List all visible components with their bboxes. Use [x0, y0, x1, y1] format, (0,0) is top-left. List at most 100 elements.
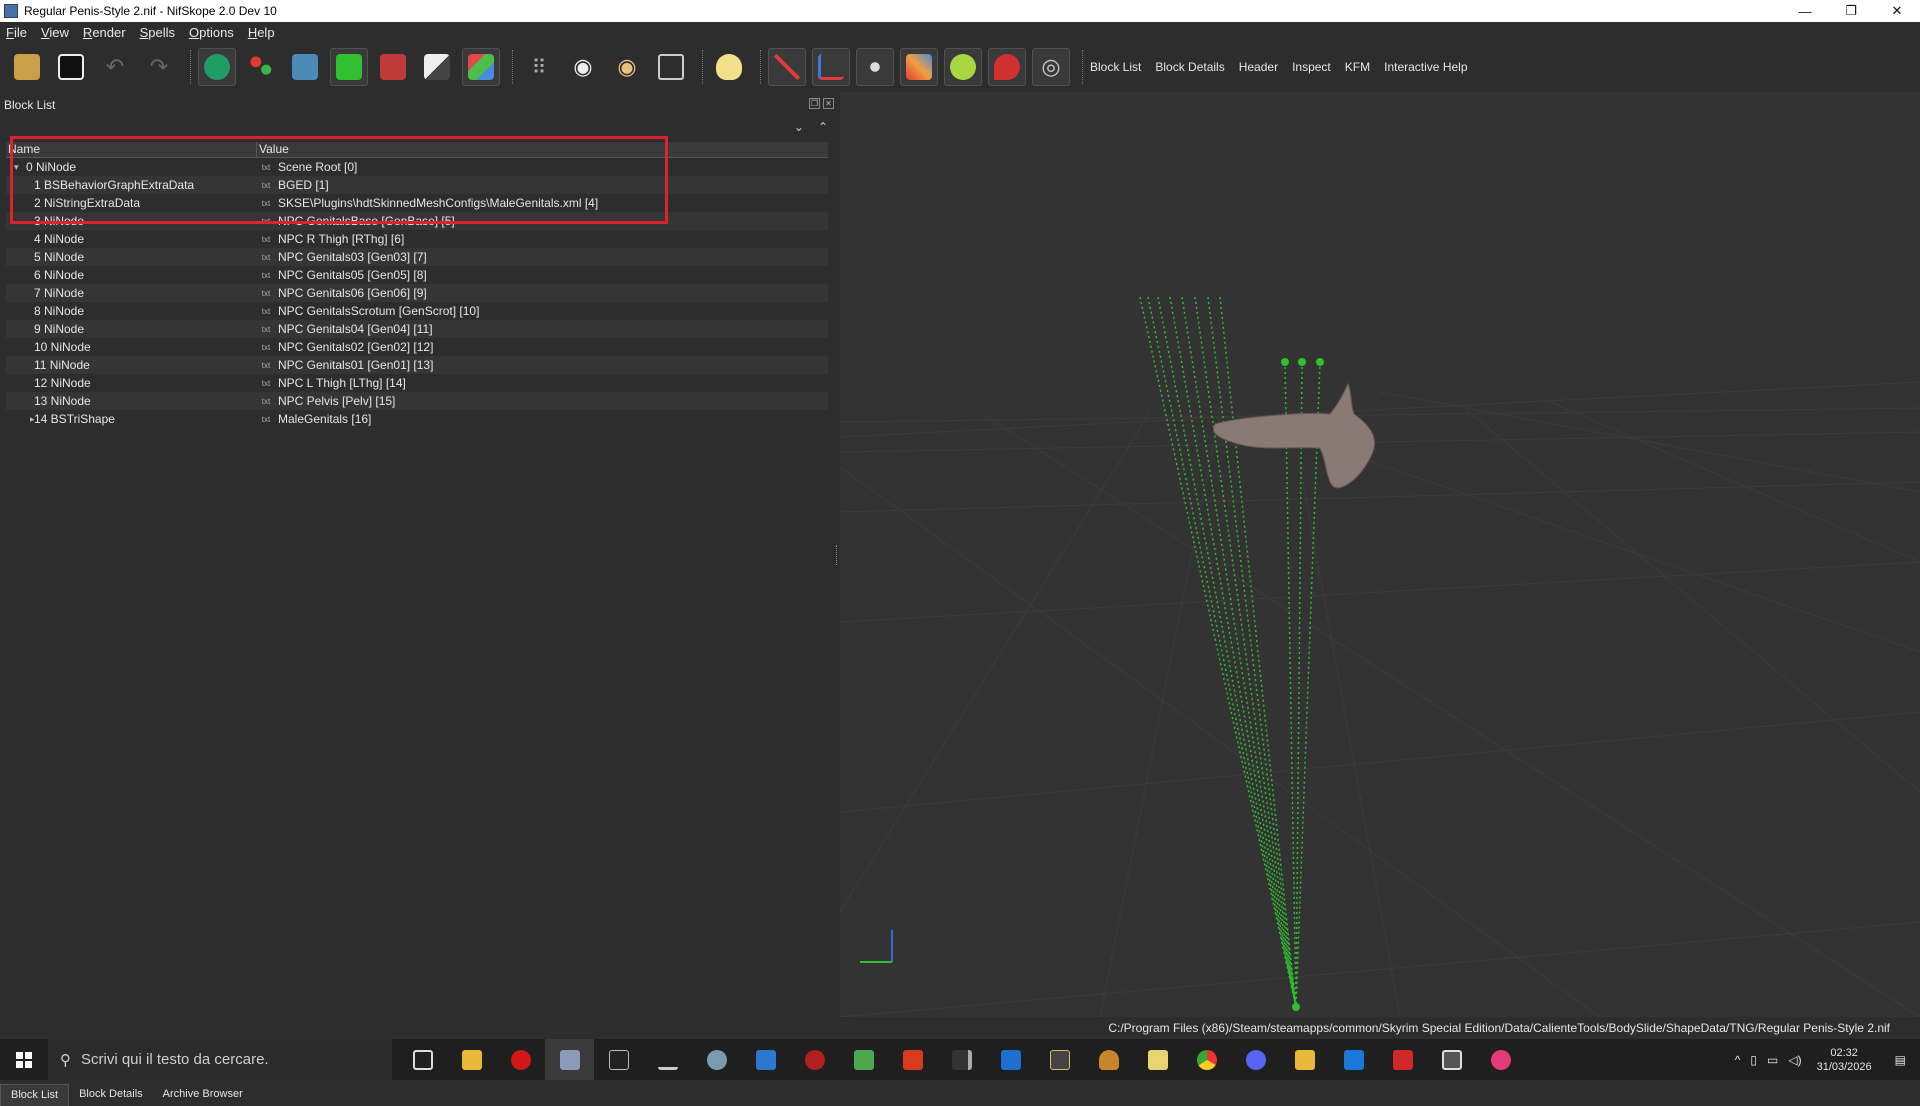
screenshot-button[interactable]	[652, 48, 690, 86]
tree-row[interactable]: 10 NiNode txt NPC Genitals02 [Gen02] [12]	[6, 338, 828, 356]
network-icon[interactable]: ▭	[1767, 1053, 1778, 1067]
toolbar-interactive-help[interactable]: Interactive Help	[1384, 60, 1467, 74]
select-object-button[interactable]	[198, 48, 236, 86]
tree-row[interactable]: 11 NiNode txt NPC Genitals01 [Gen01] [13]	[6, 356, 828, 374]
text-value-icon: txt	[261, 288, 271, 298]
show-markers-button[interactable]: ◉	[608, 48, 646, 86]
collapse-all-icon[interactable]: ⌃	[818, 120, 828, 134]
lighting-button[interactable]	[710, 48, 748, 86]
notification-icon[interactable]: ▤	[1895, 1053, 1906, 1067]
volume-icon[interactable]: ◁)	[1788, 1053, 1801, 1067]
show-hidden-eye-button[interactable]: ◎	[1032, 48, 1070, 86]
app-icon	[951, 1049, 972, 1070]
tree-row[interactable]: 7 NiNode txt NPC Genitals06 [Gen06] [9]	[6, 284, 828, 302]
tree-row[interactable]: ▸ 14 BSTriShape txt MaleGenitals [16]	[6, 410, 828, 428]
window-title: Regular Penis-Style 2.nif - NifSkope 2.0…	[24, 4, 277, 18]
view-top-button[interactable]	[330, 48, 368, 86]
taskbar-app-12[interactable]	[937, 1039, 986, 1080]
taskbar-search[interactable]: ⚲ Scrivi qui il testo da cercare.	[48, 1039, 392, 1080]
show-nodes-button[interactable]	[768, 48, 806, 86]
maximize-button[interactable]: ❐	[1828, 0, 1874, 22]
toolbar-inspect[interactable]: Inspect	[1292, 60, 1331, 74]
taskbar-app-14[interactable]	[1035, 1039, 1084, 1080]
text-value-icon: txt	[261, 342, 271, 352]
view-front-button[interactable]	[286, 48, 324, 86]
walk-mode-button[interactable]: ⠿	[520, 48, 558, 86]
camera-icon	[658, 54, 684, 80]
close-button[interactable]: ✕	[1874, 0, 1920, 22]
task-view-button[interactable]	[398, 1039, 447, 1080]
view-side-button[interactable]	[374, 48, 412, 86]
app-icon	[1000, 1049, 1021, 1070]
taskbar-app-21[interactable]	[1329, 1039, 1378, 1080]
start-button[interactable]	[0, 1039, 48, 1080]
tab-archive-browser[interactable]: Archive Browser	[153, 1084, 253, 1106]
tree-row[interactable]: 13 NiNode txt NPC Pelvis [Pelv] [15]	[6, 392, 828, 410]
taskbar-app-7[interactable]	[692, 1039, 741, 1080]
clock-date: 31/03/2026	[1816, 1060, 1872, 1073]
app-icon	[1049, 1049, 1070, 1070]
tree-row[interactable]: 8 NiNode txt NPC GenitalsScrotum [GenScrot…	[6, 302, 828, 320]
taskbar-app-22[interactable]	[1378, 1039, 1427, 1080]
tree-row[interactable]: 6 NiNode txt NPC Genitals05 [Gen05] [8]	[6, 266, 828, 284]
show-skeleton-button[interactable]	[856, 48, 894, 86]
taskbar-app-15[interactable]	[1084, 1039, 1133, 1080]
app-icon	[1490, 1049, 1511, 1070]
taskbar-app-23[interactable]	[1427, 1039, 1476, 1080]
taskbar-app-8[interactable]	[741, 1039, 790, 1080]
toolbar-separator	[512, 50, 514, 84]
tree-row[interactable]: 4 NiNode txt NPC R Thigh [RThg] [6]	[6, 230, 828, 248]
taskbar-discord[interactable]	[1231, 1039, 1280, 1080]
toolbar-block-details[interactable]: Block Details	[1155, 60, 1224, 74]
menu-spells[interactable]: Spells	[140, 25, 175, 40]
tray-device-icon[interactable]: ▯	[1750, 1053, 1757, 1067]
taskbar-app-9[interactable]	[790, 1039, 839, 1080]
select-vertex-button[interactable]	[242, 48, 280, 86]
clock[interactable]: 02:32 31/03/2026	[1817, 1046, 1872, 1074]
redo-button[interactable]: ↷	[140, 48, 178, 86]
toolbar-header[interactable]: Header	[1239, 60, 1278, 74]
tray-chevron-icon[interactable]: ^	[1735, 1053, 1741, 1067]
taskbar-app-16[interactable]	[1133, 1039, 1182, 1080]
taskbar-app-6[interactable]	[643, 1039, 692, 1080]
save-button[interactable]	[52, 48, 90, 86]
show-axes-button[interactable]	[812, 48, 850, 86]
tree-row[interactable]: 9 NiNode txt NPC Genitals04 [Gen04] [11]	[6, 320, 828, 338]
taskbar-app-11[interactable]	[888, 1039, 937, 1080]
close-panel-button[interactable]: ✕	[823, 98, 834, 109]
taskbar-opera[interactable]	[496, 1039, 545, 1080]
show-bounds-button[interactable]	[944, 48, 982, 86]
taskbar-app-20[interactable]	[1280, 1039, 1329, 1080]
mesh-model[interactable]	[1213, 382, 1376, 489]
float-panel-button[interactable]: ❐	[809, 98, 820, 109]
menu-file[interactable]: File	[6, 25, 27, 40]
taskbar-app-5[interactable]	[594, 1039, 643, 1080]
expand-all-icon[interactable]: ⌄	[794, 120, 804, 134]
menu-help[interactable]: Help	[248, 25, 275, 40]
view-user-button[interactable]	[418, 48, 456, 86]
menu-render[interactable]: Render	[83, 25, 126, 40]
show-markers-pin-button[interactable]	[988, 48, 1026, 86]
undo-button[interactable]: ↶	[96, 48, 134, 86]
tree-row[interactable]: 5 NiNode txt NPC Genitals03 [Gen03] [7]	[6, 248, 828, 266]
menu-view[interactable]: View	[41, 25, 69, 40]
taskbar-app-10[interactable]	[839, 1039, 888, 1080]
taskbar-app-13[interactable]	[986, 1039, 1035, 1080]
render-viewport[interactable]	[840, 92, 1920, 1017]
toolbar-kfm[interactable]: KFM	[1345, 60, 1370, 74]
minimize-button[interactable]: —	[1782, 0, 1828, 22]
tree-row[interactable]: 12 NiNode txt NPC L Thigh [LThg] [14]	[6, 374, 828, 392]
taskbar-app-24[interactable]	[1476, 1039, 1525, 1080]
system-tray: ^ ▯ ▭ ◁) 02:32 31/03/2026 ▤	[1730, 1039, 1920, 1080]
show-constraints-button[interactable]	[900, 48, 938, 86]
taskbar-file-explorer[interactable]	[447, 1039, 496, 1080]
tab-block-list[interactable]: Block List	[0, 1084, 70, 1106]
view-perspective-button[interactable]	[462, 48, 500, 86]
show-hidden-button[interactable]: ◉	[564, 48, 602, 86]
toolbar-block-list[interactable]: Block List	[1090, 60, 1141, 74]
menu-options[interactable]: Options	[189, 25, 234, 40]
load-button[interactable]	[8, 48, 46, 86]
taskbar-nifskope[interactable]	[545, 1039, 594, 1080]
tab-block-details[interactable]: Block Details	[69, 1084, 153, 1106]
taskbar-chrome[interactable]	[1182, 1039, 1231, 1080]
